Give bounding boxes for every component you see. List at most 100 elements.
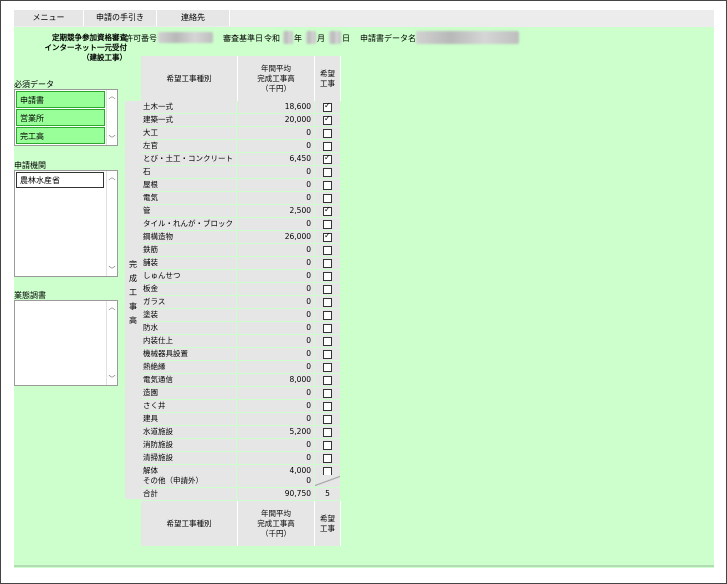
footer-amount-line: 年間平均 [261, 508, 291, 518]
permit-number-label: 許可番号 [125, 34, 157, 43]
wish-checkbox[interactable] [323, 298, 332, 307]
row-value: 0 [237, 166, 314, 178]
row-check-cell [315, 283, 340, 295]
footer-wish-line: 工事 [320, 523, 335, 533]
row-value: 0 [237, 413, 314, 425]
row-name: 消防施設 [141, 439, 236, 451]
agency-item[interactable]: 農林水産省 [16, 172, 104, 188]
table-row: とび・土工・コンクリート 6,450 [141, 153, 340, 166]
row-name: 塗装 [141, 309, 236, 321]
menu-tab-guide[interactable]: 申請の手引き [84, 10, 157, 26]
table-row: 造園 0 [141, 387, 340, 400]
scroll-up-icon[interactable]: ︿ [107, 91, 117, 101]
row-name: しゅんせつ [141, 270, 236, 282]
required-item-office[interactable]: 営業所 [16, 109, 105, 126]
title-line-3: （建設工事） [82, 53, 127, 62]
title-line-1: 定期競争参加資格審査 [52, 33, 127, 42]
row-name: 石 [141, 166, 236, 178]
table-row-total: 合計 90,750 5 [141, 488, 340, 501]
wish-checkbox[interactable] [323, 454, 332, 463]
footer-work-type: 希望工事種別 [141, 501, 238, 546]
row-value: 0 [237, 400, 314, 412]
wish-checkbox[interactable] [323, 311, 332, 320]
scroll-up-icon[interactable]: ︿ [107, 172, 117, 182]
wish-checkbox[interactable] [323, 153, 332, 164]
table-row: 熱絶縁 0 [141, 361, 340, 374]
row-check-cell [315, 127, 340, 139]
scroll-up-icon[interactable]: ︿ [107, 302, 117, 312]
wish-checkbox[interactable] [323, 350, 332, 359]
row-name: タイル・れんが・ブロック [141, 218, 236, 230]
wish-checkbox[interactable] [323, 114, 332, 125]
wish-checkbox[interactable] [323, 363, 332, 372]
scroll-down-icon[interactable]: ﹀ [107, 265, 117, 275]
row-name: 機械器具設置 [141, 348, 236, 360]
row-name: 内装仕上 [141, 335, 236, 347]
wish-checkbox[interactable] [323, 231, 332, 242]
row-name: 左官 [141, 140, 236, 152]
wish-checkbox[interactable] [323, 129, 332, 138]
survey-list[interactable]: ︿ ﹀ [14, 300, 118, 386]
header-wish: 希望 工事 [315, 56, 341, 101]
wish-checkbox[interactable] [323, 101, 332, 112]
wish-checkbox[interactable] [323, 285, 332, 294]
scroll-down-icon[interactable]: ﹀ [107, 374, 117, 384]
row-name: 舗装 [141, 257, 236, 269]
wish-checkbox[interactable] [323, 205, 332, 216]
table-row: 電気 0 [141, 192, 340, 205]
table-row: 大工 0 [141, 127, 340, 140]
wish-checkbox[interactable] [323, 376, 332, 385]
row-name: 屋根 [141, 179, 236, 191]
wish-checkbox[interactable] [323, 428, 332, 437]
header-amount-line: 完成工事高 [257, 73, 295, 83]
row-name: 電気通信 [141, 374, 236, 386]
agency-list-scrollbar[interactable]: ︿ ﹀ [106, 171, 117, 276]
row-name: 造園 [141, 387, 236, 399]
row-name: 電気 [141, 192, 236, 204]
required-item-application[interactable]: 申請書 [16, 91, 105, 108]
wish-checkbox[interactable] [323, 389, 332, 398]
row-value: 0 [237, 257, 314, 269]
required-list-scrollbar[interactable]: ︿ ﹀ [106, 90, 117, 145]
side-char: 高 [129, 316, 137, 325]
footer-wish-line: 希望 [320, 513, 335, 523]
wish-checkbox[interactable] [323, 402, 332, 411]
row-value: 0 [237, 322, 314, 334]
table-row: 舗装 0 [141, 257, 340, 270]
wish-checkbox[interactable] [323, 324, 332, 333]
row-check-cell [315, 309, 340, 321]
row-value: 2,500 [237, 205, 314, 217]
table-row: 水道施設 5,200 [141, 426, 340, 439]
table-row: 電気通信 8,000 [141, 374, 340, 387]
wish-checkbox[interactable] [323, 142, 332, 151]
row-value: 0 [237, 335, 314, 347]
survey-list-scrollbar[interactable]: ︿ ﹀ [106, 301, 117, 385]
row-value: 0 [237, 309, 314, 321]
row-value: 20,000 [237, 114, 314, 126]
row-name: その他（申請外） [141, 475, 236, 487]
table-row: 板金 0 [141, 283, 340, 296]
row-check-cell [315, 361, 340, 373]
row-disabled-cell [315, 475, 340, 487]
wish-checkbox[interactable] [323, 246, 332, 255]
wish-checkbox[interactable] [323, 415, 332, 424]
wish-checkbox[interactable] [323, 168, 332, 177]
menu-tab-menu[interactable]: メニュー [14, 10, 84, 26]
table-row: 石0 [141, 166, 340, 179]
wish-checkbox[interactable] [323, 441, 332, 450]
row-value: 26,000 [237, 231, 314, 243]
table-row: 建築一式 20,000 [141, 114, 340, 127]
menu-tab-contact[interactable]: 連絡先 [157, 10, 230, 26]
required-item-completed-work[interactable]: 完工高 [16, 127, 105, 144]
row-name: 板金 [141, 283, 236, 295]
scroll-down-icon[interactable]: ﹀ [107, 134, 117, 144]
wish-checkbox[interactable] [323, 181, 332, 190]
wish-checkbox[interactable] [323, 259, 332, 268]
wish-checkbox[interactable] [323, 337, 332, 346]
wish-checkbox[interactable] [323, 220, 332, 229]
row-check-cell [315, 231, 340, 243]
wish-checkbox[interactable] [323, 194, 332, 203]
row-check-cell [315, 101, 340, 113]
agency-list[interactable]: 農林水産省 ︿ ﹀ [14, 170, 118, 277]
wish-checkbox[interactable] [323, 272, 332, 281]
